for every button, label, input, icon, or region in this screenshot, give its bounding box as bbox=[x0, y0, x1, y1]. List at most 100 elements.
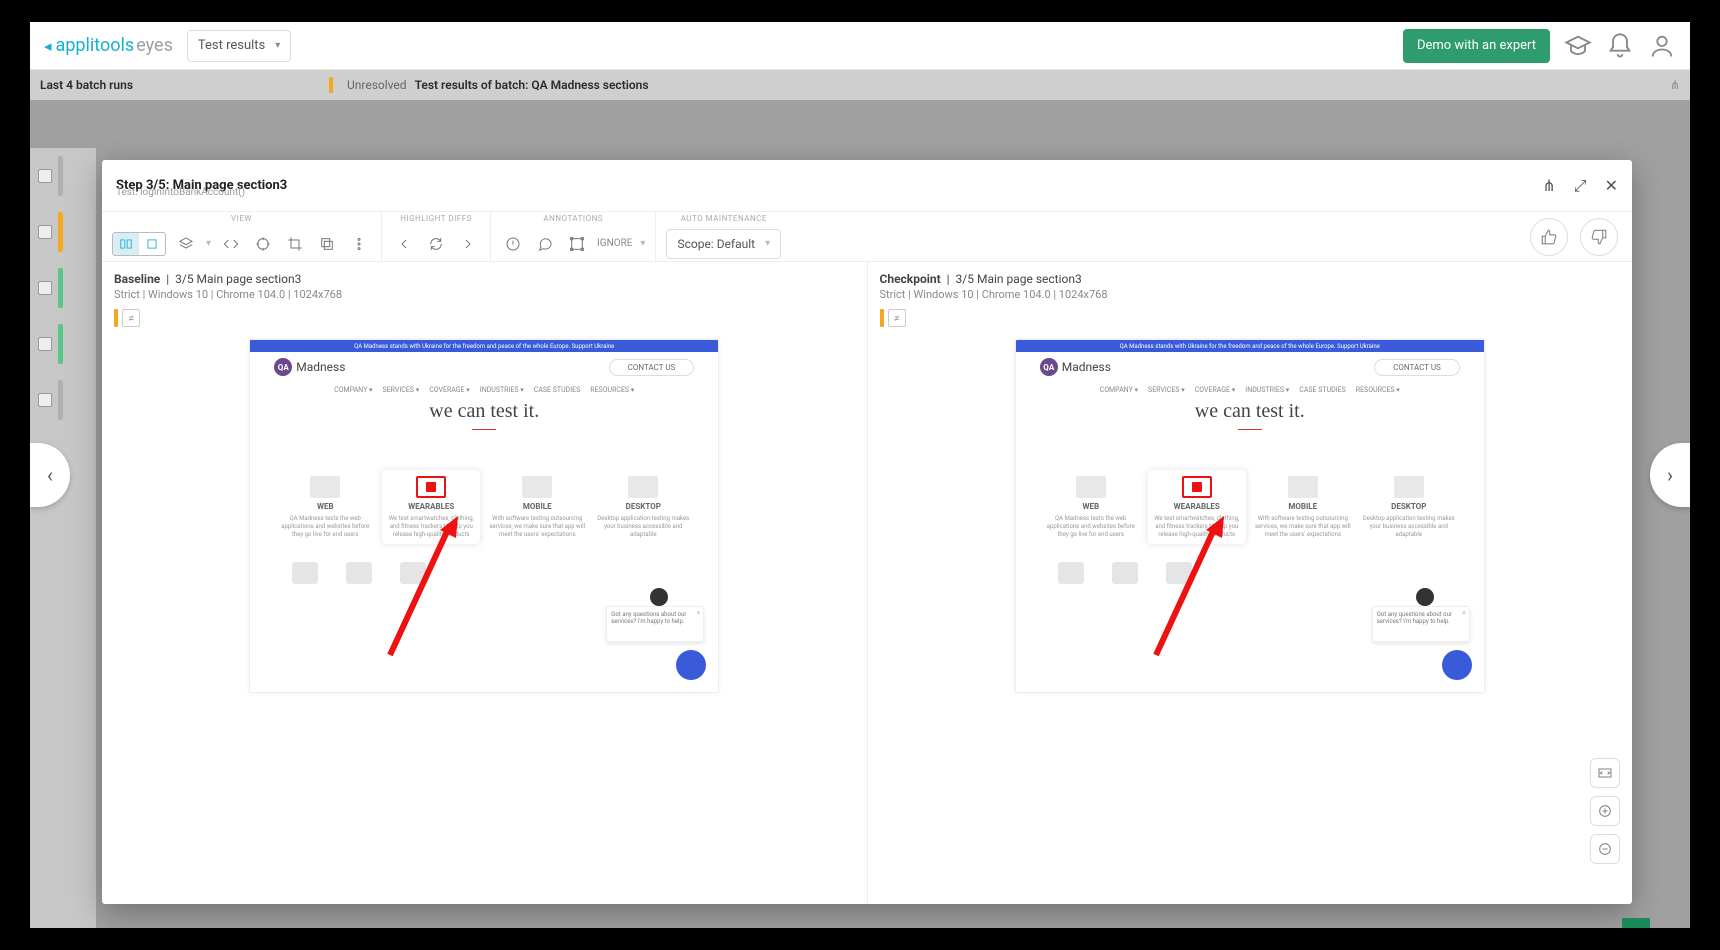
dropdown-label: Test results bbox=[198, 38, 265, 53]
not-equal-icon: ≠ bbox=[122, 309, 140, 327]
checkbox-icon[interactable] bbox=[38, 225, 52, 239]
context-dropdown[interactable]: Test results ▾ bbox=[187, 30, 291, 62]
baseline-pane: Baseline | 3/5 Main page section3 Strict… bbox=[102, 262, 867, 904]
more-icon[interactable] bbox=[347, 232, 371, 256]
chevron-left-icon: ‹ bbox=[47, 463, 53, 487]
diff-highlight-icon bbox=[416, 476, 446, 498]
hero-text: we can test it. bbox=[1016, 400, 1484, 423]
spine-item[interactable] bbox=[30, 316, 96, 372]
pane-meta: Strict | Windows 10 | Chrome 104.0 | 102… bbox=[114, 288, 855, 301]
status-bar-icon bbox=[58, 212, 63, 252]
user-icon[interactable] bbox=[1648, 32, 1676, 60]
crop-icon[interactable] bbox=[283, 232, 307, 256]
dim-backdrop: Last 4 batch runs Unresolved Test result… bbox=[30, 70, 1690, 928]
zoom-in-icon[interactable] bbox=[1590, 796, 1620, 826]
avatar-icon bbox=[650, 588, 668, 606]
group-label: HIGHLIGHT DIFFS bbox=[400, 212, 472, 226]
issue-icon[interactable] bbox=[501, 232, 525, 256]
chevron-down-icon: ▾ bbox=[765, 238, 770, 249]
hero-text: we can test it. bbox=[250, 400, 718, 423]
region-icon[interactable] bbox=[565, 232, 589, 256]
checkpoint-screenshot[interactable]: QA Madness stands with Ukraine for the f… bbox=[1015, 339, 1485, 693]
zoom-out-icon[interactable] bbox=[1590, 834, 1620, 864]
spine-item[interactable] bbox=[30, 204, 96, 260]
status-bar-icon bbox=[58, 268, 63, 308]
corner-tab bbox=[1622, 918, 1650, 928]
expand-icon[interactable]: ⤢ bbox=[1574, 176, 1587, 196]
checkbox-icon[interactable] bbox=[38, 281, 52, 295]
not-equal-icon: ≠ bbox=[888, 309, 906, 327]
checkbox-icon[interactable] bbox=[38, 393, 52, 407]
scope-dropdown[interactable]: Scope: Default ▾ bbox=[666, 229, 781, 259]
brand-icon: ◂ bbox=[44, 37, 52, 55]
graduation-icon[interactable] bbox=[1564, 32, 1592, 60]
spine-item[interactable] bbox=[30, 148, 96, 204]
compare-area: Baseline | 3/5 Main page section3 Strict… bbox=[102, 262, 1632, 904]
share-icon[interactable]: ⋔ bbox=[1542, 176, 1555, 196]
checkbox-icon[interactable] bbox=[38, 337, 52, 351]
layout-toggle[interactable] bbox=[112, 232, 166, 256]
close-icon[interactable]: ✕ bbox=[1605, 176, 1618, 196]
chevron-down-icon: ▾ bbox=[275, 40, 280, 51]
brand-logo[interactable]: ◂ applitools eyes bbox=[44, 35, 173, 56]
batch-runs-label: Last 4 batch runs bbox=[40, 78, 133, 92]
sub-bar: Last 4 batch runs Unresolved Test result… bbox=[30, 70, 1690, 100]
side-by-side-icon[interactable] bbox=[113, 233, 139, 255]
checkpoint-pane: Checkpoint | 3/5 Main page section3 Stri… bbox=[868, 262, 1633, 904]
site-logo: QAMadness bbox=[1040, 358, 1111, 376]
app-frame: ◂ applitools eyes Test results ▾ Demo wi… bbox=[30, 22, 1690, 928]
batch-spine bbox=[30, 148, 96, 928]
brand-text: applitools bbox=[56, 35, 135, 56]
chevron-right-icon: › bbox=[1667, 463, 1673, 487]
checkbox-icon[interactable] bbox=[38, 169, 52, 183]
status-bar-icon bbox=[58, 380, 63, 420]
site-nav: COMPANY ▾SERVICES ▾COVERAGE ▾INDUSTRIES … bbox=[250, 386, 718, 394]
fit-icon[interactable] bbox=[1590, 758, 1620, 788]
spine-item[interactable] bbox=[30, 260, 96, 316]
diff-bar-icon bbox=[880, 309, 884, 327]
demo-button[interactable]: Demo with an expert bbox=[1403, 29, 1550, 63]
results-prefix: Test results of batch: bbox=[415, 78, 529, 92]
status-pill bbox=[329, 77, 333, 93]
prev-diff-icon[interactable] bbox=[392, 232, 416, 256]
bell-icon[interactable] bbox=[1606, 32, 1634, 60]
modal-header: Step 3/5: Main page section3 Test: login… bbox=[102, 160, 1632, 212]
thumbs-down-button[interactable] bbox=[1580, 218, 1618, 256]
comment-icon[interactable] bbox=[533, 232, 557, 256]
overlay-icon[interactable] bbox=[139, 233, 165, 255]
top-bar: ◂ applitools eyes Test results ▾ Demo wi… bbox=[30, 22, 1690, 70]
chat-bubble-icon bbox=[1442, 650, 1472, 680]
tb-group-view: VIEW ▾ bbox=[102, 212, 382, 261]
diff-indicator[interactable]: ≠ bbox=[880, 309, 1621, 327]
group-label: ANNOTATIONS bbox=[543, 212, 603, 226]
ignore-label: IGNORE bbox=[597, 238, 632, 249]
tb-group-annotations: ANNOTATIONS IGNORE ▾ bbox=[491, 212, 656, 261]
test-label: Test: loginIntoBankAccount() bbox=[116, 187, 245, 198]
code-icon[interactable] bbox=[219, 232, 243, 256]
tb-group-auto: AUTO MAINTENANCE Scope: Default ▾ bbox=[656, 212, 791, 261]
thumbs-up-button[interactable] bbox=[1530, 218, 1568, 256]
chat-tooltip: ×Got any questions about our services? I… bbox=[1372, 606, 1470, 642]
share-icon[interactable]: ⋔ bbox=[1670, 78, 1680, 92]
toolbar: VIEW ▾ bbox=[102, 212, 1632, 262]
scope-label: Scope: Default bbox=[677, 237, 755, 251]
tb-group-highlight: HIGHLIGHT DIFFS bbox=[382, 212, 491, 261]
target-icon[interactable] bbox=[251, 232, 275, 256]
pane-meta: Strict | Windows 10 | Chrome 104.0 | 102… bbox=[880, 288, 1621, 301]
spine-item[interactable] bbox=[30, 372, 96, 428]
avatar-icon bbox=[1416, 588, 1434, 606]
banner-strip: QA Madness stands with Ukraine for the f… bbox=[1016, 340, 1484, 352]
diff-indicator[interactable]: ≠ bbox=[114, 309, 855, 327]
contact-button: CONTACT US bbox=[1374, 359, 1460, 376]
group-label: AUTO MAINTENANCE bbox=[681, 212, 767, 226]
copy-icon[interactable] bbox=[315, 232, 339, 256]
site-nav: COMPANY ▾SERVICES ▾COVERAGE ▾INDUSTRIES … bbox=[1016, 386, 1484, 394]
refresh-icon[interactable] bbox=[424, 232, 448, 256]
banner-strip: QA Madness stands with Ukraine for the f… bbox=[250, 340, 718, 352]
layers-icon[interactable] bbox=[174, 232, 198, 256]
step-modal: Step 3/5: Main page section3 Test: login… bbox=[102, 160, 1632, 904]
baseline-screenshot[interactable]: QA Madness stands with Ukraine for the f… bbox=[249, 339, 719, 693]
chat-tooltip: ×Got any questions about our services? I… bbox=[606, 606, 704, 642]
zoom-controls bbox=[1590, 758, 1620, 864]
next-diff-icon[interactable] bbox=[456, 232, 480, 256]
